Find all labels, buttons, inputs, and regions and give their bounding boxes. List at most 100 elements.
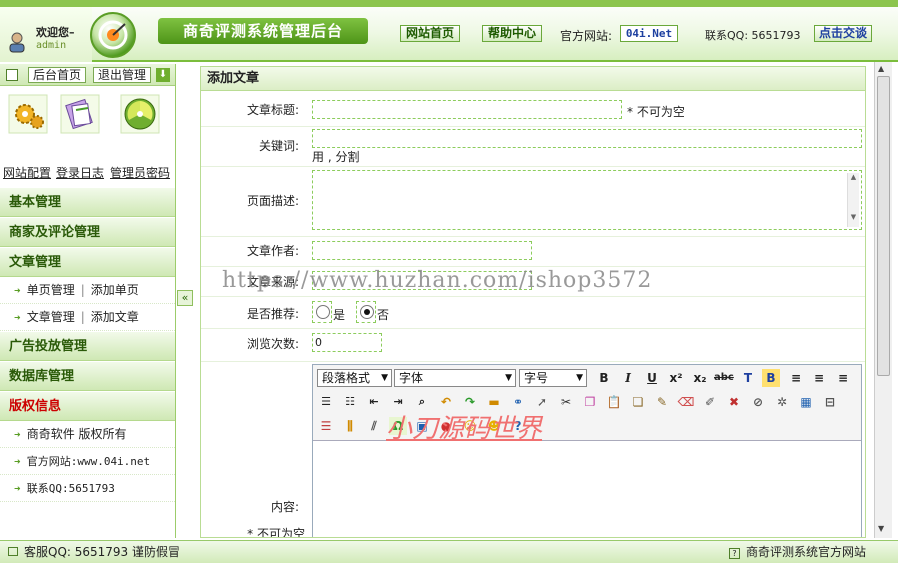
description-textarea[interactable]: ▲ ▼ [312, 170, 862, 230]
bold-icon[interactable]: B [595, 369, 613, 387]
copyright-website: ➜ 官方网站:www.04i.net [0, 448, 175, 475]
gears-icon[interactable] [8, 94, 48, 134]
keywords-input[interactable] [312, 129, 862, 148]
arrow-right-icon: ➜ [14, 484, 21, 493]
font-size-select[interactable]: 字号 ▼ [519, 369, 587, 387]
paste-icon[interactable]: 📋 [605, 393, 623, 411]
recommend-no-radio[interactable] [360, 305, 374, 319]
cut-icon[interactable]: ✂ [557, 393, 575, 411]
remove-icon[interactable]: ✖ [725, 393, 743, 411]
copyright-text: 商奇软件 版权所有 [26, 427, 127, 441]
align-left-icon[interactable]: ≡ [787, 369, 805, 387]
section-basic[interactable]: 基本管理 [0, 187, 175, 217]
arrow-right-icon: ➜ [14, 457, 21, 466]
section-ads[interactable]: 广告投放管理 [0, 331, 175, 361]
header: 欢迎您– admin 商奇评测系统管理后台 网站首页 帮助中心 官方网站: 04… [0, 0, 898, 62]
official-website-text[interactable]: 官方网站:www.04i.net [27, 455, 150, 468]
paste-text-icon[interactable]: ❏ [629, 393, 647, 411]
italic-icon[interactable]: I [619, 369, 637, 387]
section-merchant[interactable]: 商家及评论管理 [0, 217, 175, 247]
delete-column-icon[interactable]: ⫽ [365, 417, 383, 435]
format-brush-icon[interactable]: ✎ [653, 393, 671, 411]
arrow-right-icon: ➜ [14, 286, 21, 295]
views-input[interactable]: 0 [312, 333, 382, 352]
eraser-icon[interactable]: ⌫ [677, 393, 695, 411]
help-center-link[interactable]: 帮助中心 [482, 25, 542, 42]
user-icon [9, 32, 25, 53]
contact-qq-label: 联系QQ: 5651793 [705, 29, 801, 42]
align-right-icon[interactable]: ≡ [834, 369, 852, 387]
single-page-link[interactable]: 单页管理 [27, 283, 75, 297]
font-family-select[interactable]: 字体 ▼ [394, 369, 516, 387]
footer: 客服QQ: 5651793 谨防假冒 ? 商奇评测系统官方网站 [0, 540, 898, 563]
login-log-link[interactable]: 登录日志 [56, 164, 104, 181]
title-input[interactable] [312, 100, 622, 119]
official-site-link[interactable]: 04i.Net [620, 25, 678, 42]
insert-row-icon[interactable]: ⊟ [821, 393, 839, 411]
welcome-username: admin [36, 40, 67, 51]
author-row [201, 237, 865, 267]
textarea-scrollbar[interactable]: ▲ ▼ [847, 173, 859, 227]
content-required-note: * 不可为空 [247, 527, 305, 538]
admin-password-icon[interactable] [120, 94, 160, 134]
footer-left: 客服QQ: 5651793 谨防假冒 [8, 542, 180, 562]
align-center-icon[interactable]: ≡ [810, 369, 828, 387]
paragraph-format-select[interactable]: 段落格式 ▼ [317, 369, 392, 387]
scroll-up-icon[interactable]: ▲ [878, 64, 884, 73]
views-row [201, 329, 865, 362]
copyright-line: ➜ 商奇软件 版权所有 [0, 421, 175, 448]
unlink-icon[interactable]: ⊘ [749, 393, 767, 411]
copy-icon[interactable]: ❐ [581, 393, 599, 411]
section-copyright[interactable]: 版权信息 [0, 391, 175, 421]
add-single-page-link[interactable]: 添加单页 [91, 283, 139, 297]
add-article-panel: 添加文章 文章标题: * 不可为空 关键词: 用 , 分割 页面描述: ▲ ▼ 文… [200, 66, 866, 538]
recommend-row [201, 297, 865, 329]
support-qq-text: 客服QQ: 5651793 谨防假冒 [24, 545, 181, 559]
logout-button[interactable]: 退出管理 [93, 67, 151, 83]
ordered-list-icon[interactable]: ☰ [317, 393, 335, 411]
highlight-icon[interactable]: B [762, 369, 780, 387]
arrow-right-icon: ➜ [14, 430, 21, 439]
copyright-qq: ➜ 联系QQ:5651793 [0, 475, 175, 502]
site-home-link[interactable]: 网站首页 [400, 25, 460, 42]
article-manage-link[interactable]: 文章管理 [27, 310, 75, 324]
page-scrollbar[interactable]: ▲ ▼ [874, 62, 892, 538]
delete-row-icon[interactable]: ☰ [317, 417, 335, 435]
sidebar-toolbar: 后台首页 退出管理 ⬇ [0, 64, 175, 86]
chat-button[interactable]: 点击交谈 [814, 25, 872, 42]
app-title: 商奇评测系统管理后台 [158, 18, 368, 44]
underline-icon[interactable]: U [643, 369, 661, 387]
insert-column-icon[interactable]: ⫼ [341, 417, 359, 435]
recommend-no-label: 否 [377, 308, 390, 322]
author-input[interactable] [312, 241, 532, 260]
scroll-thumb[interactable] [877, 76, 890, 376]
admin-password-link[interactable]: 管理员密码 [110, 164, 170, 181]
editor-content-area[interactable] [313, 441, 861, 537]
log-notebook-icon[interactable] [60, 94, 100, 134]
admin-home-button[interactable]: 后台首页 [28, 67, 86, 83]
add-article-link[interactable]: 添加文章 [91, 310, 139, 324]
title-label: 文章标题: [246, 103, 299, 117]
special-chars-icon[interactable]: ✲ [773, 393, 791, 411]
arrow-down-icon[interactable]: ⬇ [156, 68, 170, 82]
title-required-note: * 不可为空 [627, 105, 685, 119]
clean-format-icon[interactable]: ✐ [701, 393, 719, 411]
collapse-sidebar-icon[interactable]: « [177, 290, 193, 306]
font-color-icon[interactable]: T [739, 369, 757, 387]
strikethrough-icon[interactable]: abc [714, 369, 734, 387]
site-config-link[interactable]: 网站配置 [3, 164, 51, 181]
quick-links: 网站配置 登录日志 管理员密码 [0, 86, 175, 187]
section-article[interactable]: 文章管理 [0, 247, 175, 277]
table-icon[interactable]: ▦ [797, 393, 815, 411]
section-database[interactable]: 数据库管理 [0, 361, 175, 391]
recommend-yes-radio[interactable] [316, 305, 330, 319]
author-label: 文章作者: [246, 244, 299, 258]
subscript-icon[interactable]: x₂ [691, 369, 709, 387]
footer-right[interactable]: ? 商奇评测系统官方网站 [728, 542, 866, 562]
outdent-icon[interactable]: ⇤ [365, 393, 383, 411]
superscript-icon[interactable]: x² [667, 369, 685, 387]
unordered-list-icon[interactable]: ☷ [341, 393, 359, 411]
scroll-down-icon[interactable]: ▼ [878, 524, 884, 533]
official-system-site-link[interactable]: 商奇评测系统官方网站 [746, 545, 866, 559]
help-box-icon: ? [728, 548, 740, 559]
